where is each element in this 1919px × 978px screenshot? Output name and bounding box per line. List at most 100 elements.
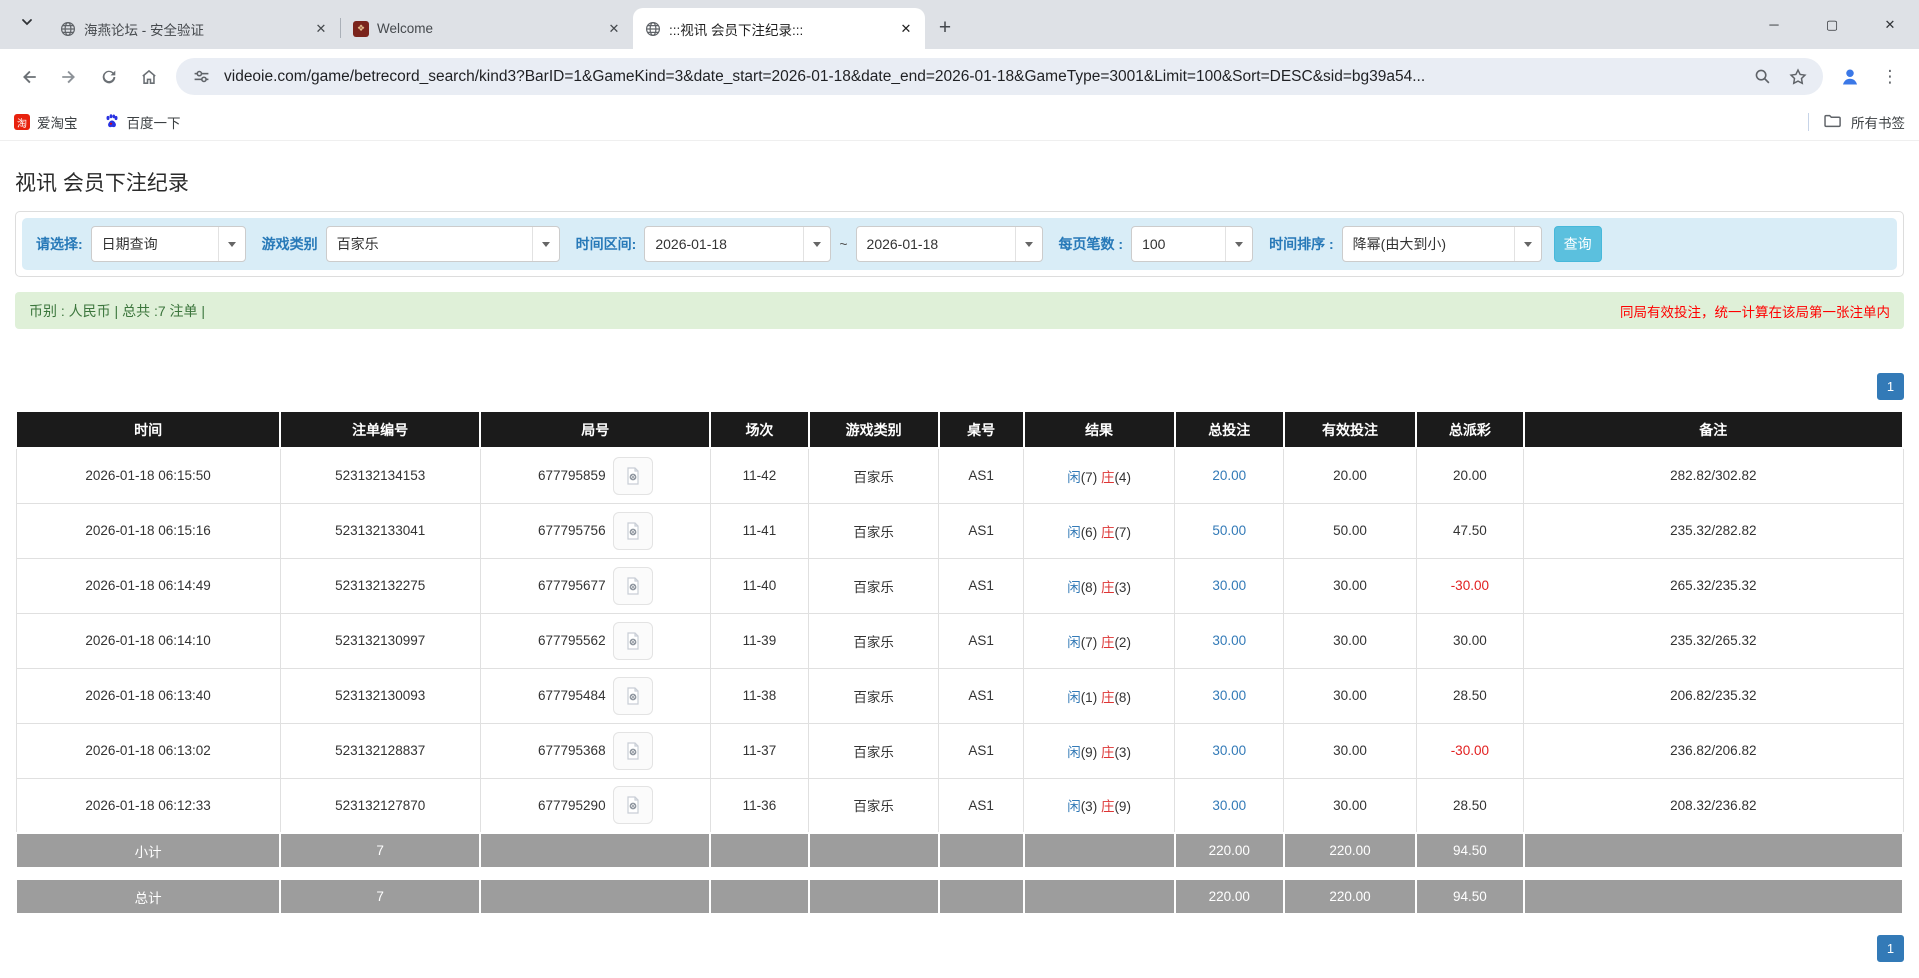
tab-haiyan[interactable]: 海燕论坛 - 安全验证 ✕ <box>48 8 340 49</box>
cell-time: 2026-01-18 06:14:49 <box>16 558 280 613</box>
address-bar[interactable]: videoie.com/game/betrecord_search/kind3?… <box>176 58 1823 95</box>
tab-betrecord-active[interactable]: :::视讯 会员下注纪录::: ✕ <box>633 8 925 49</box>
result-player: 闲 <box>1067 745 1081 760</box>
close-icon[interactable]: ✕ <box>312 20 330 38</box>
total-bet-link[interactable]: 30.00 <box>1212 743 1246 758</box>
video-icon-button[interactable] <box>613 622 653 660</box>
back-button[interactable] <box>10 58 48 96</box>
cell-note: 282.82/302.82 <box>1524 448 1903 503</box>
date-end-select[interactable]: 2026-01-18 <box>856 226 1043 262</box>
forward-button[interactable] <box>50 58 88 96</box>
cell-time: 2026-01-18 06:13:40 <box>16 668 280 723</box>
person-icon <box>1840 67 1860 87</box>
bookmarks-bar: 淘 爱淘宝 百度一下 所有书签 <box>0 104 1919 141</box>
chevron-down-icon[interactable] <box>1514 227 1541 261</box>
cell-bet-id: 523132132275 <box>280 558 480 613</box>
cell-game-type: 百家乐 <box>809 668 939 723</box>
cell-session: 11-40 <box>710 558 808 613</box>
cell-time: 2026-01-18 06:15:16 <box>16 503 280 558</box>
close-icon[interactable]: ✕ <box>605 20 623 38</box>
taobao-icon: 淘 <box>14 114 30 130</box>
total-bet-link[interactable]: 20.00 <box>1212 468 1246 483</box>
query-type-select[interactable]: 日期查询 <box>91 226 246 262</box>
cell-bet-id: 523132134153 <box>280 448 480 503</box>
video-icon-button[interactable] <box>613 677 653 715</box>
column-header: 注单编号 <box>280 411 480 448</box>
maximize-button[interactable]: ▢ <box>1803 0 1861 49</box>
game-type-select[interactable]: 百家乐 <box>326 226 560 262</box>
welcome-favicon: ❖ <box>353 21 369 37</box>
chevron-down-icon <box>20 15 34 29</box>
pagination-page-1-bottom[interactable]: 1 <box>1877 935 1904 962</box>
cell-round: 677795677 <box>480 558 710 613</box>
cell-valid-bet: 30.00 <box>1284 668 1416 723</box>
cell-valid-bet: 30.00 <box>1284 723 1416 778</box>
chevron-down-icon[interactable] <box>1015 227 1042 261</box>
site-info-icon[interactable] <box>188 64 214 90</box>
sum-empty <box>1024 833 1175 868</box>
url-text[interactable]: videoie.com/game/betrecord_search/kind3?… <box>224 68 1739 86</box>
cell-round: 677795368 <box>480 723 710 778</box>
cell-game-type: 百家乐 <box>809 448 939 503</box>
cell-result: 闲(1) 庄(8) <box>1024 668 1175 723</box>
home-button[interactable] <box>130 58 168 96</box>
cell-note: 265.32/235.32 <box>1524 558 1903 613</box>
tab-title: Welcome <box>377 21 597 36</box>
result-player: 闲 <box>1067 635 1081 650</box>
chevron-down-icon[interactable] <box>218 227 245 261</box>
new-tab-button[interactable]: + <box>931 14 959 42</box>
browser-window: 海燕论坛 - 安全验证 ✕ ❖ Welcome ✕ :::视讯 会员下注纪录::… <box>0 0 1919 962</box>
result-player: 闲 <box>1067 690 1081 705</box>
result-player: 闲 <box>1067 525 1081 540</box>
chevron-down-icon[interactable] <box>803 227 830 261</box>
total-bet-link[interactable]: 30.00 <box>1212 633 1246 648</box>
chevron-down-icon[interactable] <box>532 227 559 261</box>
pagination-page-1-top[interactable]: 1 <box>1877 373 1904 400</box>
per-page-select[interactable]: 100 <box>1131 226 1253 262</box>
total-bet-link[interactable]: 50.00 <box>1212 523 1246 538</box>
search-button[interactable]: 查询 <box>1554 226 1602 262</box>
cell-table-id: AS1 <box>939 668 1024 723</box>
globe-icon <box>645 21 661 37</box>
time-sort-select[interactable]: 降幂(由大到小) <box>1342 226 1542 262</box>
profile-avatar[interactable] <box>1831 58 1869 96</box>
reload-button[interactable] <box>90 58 128 96</box>
video-icon-button[interactable] <box>613 457 653 495</box>
column-header: 有效投注 <box>1284 411 1416 448</box>
date-start-select[interactable]: 2026-01-18 <box>644 226 831 262</box>
cell-result: 闲(8) 庄(3) <box>1024 558 1175 613</box>
film-file-icon <box>623 741 643 761</box>
bookmarks-divider <box>1808 113 1809 131</box>
tab-search-button[interactable] <box>12 7 42 37</box>
browser-menu-button[interactable]: ⋮ <box>1871 58 1909 96</box>
currency-total-text: 币别 : 人民币 | 总共 :7 注单 | <box>29 301 205 321</box>
bookmark-baidu[interactable]: 百度一下 <box>104 112 181 132</box>
close-window-button[interactable]: ✕ <box>1861 0 1919 49</box>
total-bet-link[interactable]: 30.00 <box>1212 578 1246 593</box>
video-icon-button[interactable] <box>613 567 653 605</box>
all-bookmarks-label[interactable]: 所有书签 <box>1851 112 1905 132</box>
close-icon[interactable]: ✕ <box>897 20 915 38</box>
video-icon-button[interactable] <box>613 512 653 550</box>
chevron-down-icon[interactable] <box>1225 227 1252 261</box>
sum-empty <box>480 879 710 914</box>
minimize-button[interactable]: ─ <box>1745 0 1803 49</box>
tab-welcome[interactable]: ❖ Welcome ✕ <box>341 8 633 49</box>
total-bet-link[interactable]: 30.00 <box>1212 798 1246 813</box>
column-header: 局号 <box>480 411 710 448</box>
cell-table-id: AS1 <box>939 448 1024 503</box>
video-icon-button[interactable] <box>613 786 653 824</box>
table-row: 2026-01-18 06:14:10523132130997677795562… <box>16 613 1903 668</box>
column-header: 结果 <box>1024 411 1175 448</box>
cell-round: 677795484 <box>480 668 710 723</box>
bookmark-taobao[interactable]: 淘 爱淘宝 <box>14 112 78 132</box>
total-bet-link[interactable]: 30.00 <box>1212 688 1246 703</box>
cell-time: 2026-01-18 06:14:10 <box>16 613 280 668</box>
cell-total-bet: 50.00 <box>1175 503 1284 558</box>
zoom-icon[interactable] <box>1749 64 1775 90</box>
bookmark-star-icon[interactable] <box>1785 64 1811 90</box>
home-icon <box>140 68 158 86</box>
video-icon-button[interactable] <box>613 732 653 770</box>
sum-label: 总计 <box>16 879 280 914</box>
result-banker: 庄 <box>1101 525 1115 540</box>
